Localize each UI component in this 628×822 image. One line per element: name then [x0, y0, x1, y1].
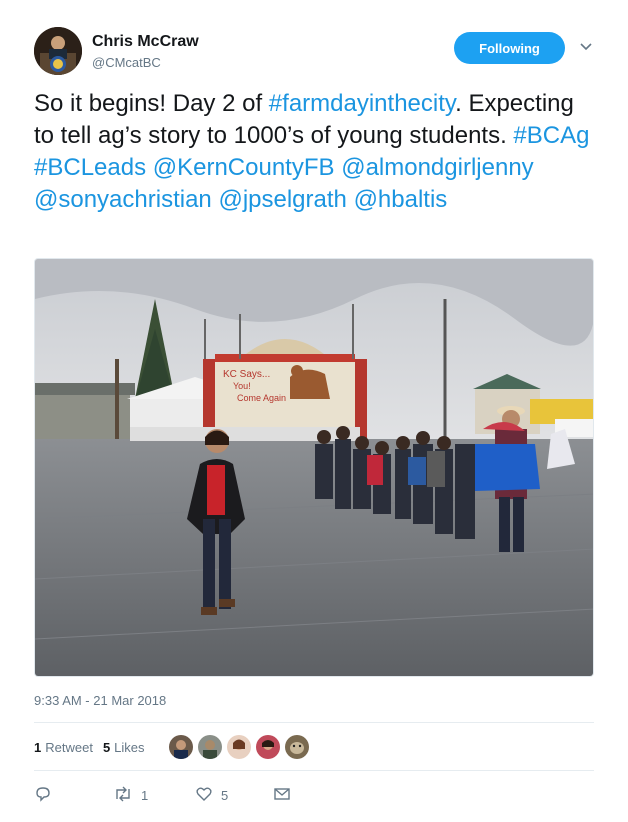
retweet-count: 1 [34, 739, 42, 755]
tweet-link[interactable]: #BCLeads [34, 154, 146, 181]
tweet-link[interactable]: @jpselgrath [218, 186, 346, 213]
following-button[interactable]: Following [454, 32, 565, 64]
likes-count: 5 [102, 739, 111, 755]
liker-avatar[interactable] [226, 735, 251, 759]
reply-icon [34, 785, 52, 806]
sign-text-2: You! [233, 381, 251, 391]
tweet-stats: 1 Retweet 5 Likes [34, 735, 314, 759]
tweet-text-segment: So it begins! Day 2 of [34, 90, 269, 117]
retweet-label: Retweet [45, 739, 93, 755]
divider [34, 770, 594, 771]
liker-avatars [168, 735, 314, 759]
chevron-down-icon[interactable] [575, 35, 597, 57]
envelope-icon [273, 786, 291, 805]
liker-avatar[interactable] [168, 735, 193, 759]
liker-avatar[interactable] [284, 735, 309, 759]
tweet-text-segment [146, 154, 153, 181]
retweet-stat[interactable]: 1 Retweet [34, 740, 93, 755]
heart-icon [195, 785, 213, 806]
sign-text-1: KC Says... [223, 369, 270, 380]
like-action-count: 5 [221, 787, 229, 803]
tweet-link[interactable]: #farmdayinthecity [269, 90, 455, 117]
likes-stat[interactable]: 5 Likes [103, 740, 145, 755]
tweet-photo[interactable]: KC Says... You! Come Again [34, 258, 594, 677]
tweet-timestamp[interactable]: 9:33 AM - 21 Mar 2018 [34, 693, 166, 708]
tweet-link[interactable]: @KernCountyFB [153, 154, 335, 181]
tweet-link[interactable]: #BCAg [513, 122, 589, 149]
likes-label: Likes [114, 739, 145, 755]
liker-avatar[interactable] [197, 735, 222, 759]
tweet-link[interactable]: @almondgirljenny [341, 154, 533, 181]
reply-button[interactable] [34, 785, 113, 806]
tweet-header: Chris McCraw @CMcatBC Following [34, 27, 594, 75]
retweet-action-count: 1 [141, 787, 149, 803]
direct-message-button[interactable] [273, 786, 291, 805]
author-avatar[interactable] [34, 27, 82, 75]
author-handle[interactable]: @CMcatBC [92, 55, 161, 70]
tweet-actions: 1 5 [34, 784, 291, 806]
author-name[interactable]: Chris McCraw [92, 33, 199, 51]
retweet-button[interactable]: 1 [113, 785, 195, 806]
liker-avatar[interactable] [255, 735, 280, 759]
tweet-text-segment [347, 186, 354, 213]
retweet-icon [113, 785, 133, 806]
tweet-text: So it begins! Day 2 of #farmdayinthecity… [34, 88, 599, 216]
divider [34, 722, 594, 723]
tweet-link[interactable]: @sonyachristian [34, 186, 212, 213]
sign-text-3: Come Again [237, 393, 286, 403]
like-button[interactable]: 5 [195, 785, 273, 806]
tweet-link[interactable]: @hbaltis [354, 186, 448, 213]
